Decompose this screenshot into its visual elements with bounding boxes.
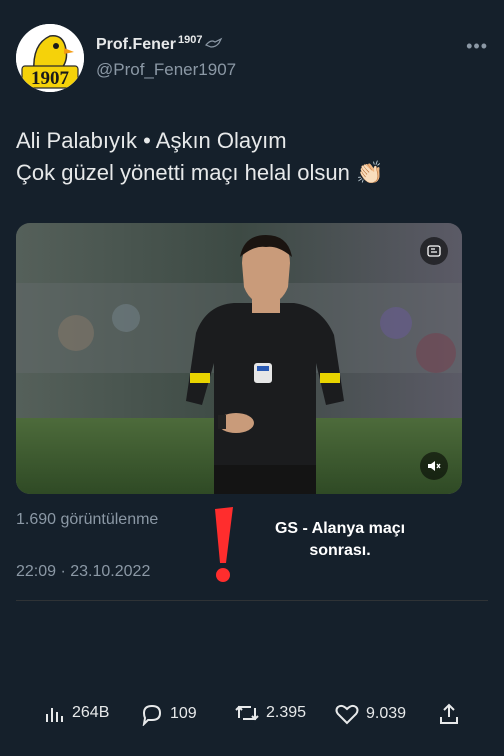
like-action[interactable]: 9.039 [334, 702, 406, 726]
share-action[interactable] [438, 702, 460, 726]
avatar[interactable]: 1907 [16, 24, 84, 92]
svg-text:1907: 1907 [31, 68, 70, 89]
reply-count: 109 [170, 705, 197, 722]
author-name[interactable]: Prof.Fener 1907 [96, 34, 223, 54]
divider [16, 600, 488, 601]
retweet-count: 2.395 [266, 704, 307, 721]
author-display-name: Prof.Fener [96, 36, 177, 53]
like-count: 9.039 [366, 705, 407, 722]
tweet-actions-bar: 264B 109 2.395 9.039 [0, 702, 504, 732]
exclamation-annotation-icon [215, 507, 233, 582]
author-name-superscript: 1907 [178, 34, 203, 46]
annotation-caption: GS - Alanya maçı sonrası. [274, 520, 406, 559]
tweet-line-2: Çok güzel yönetti maçı helal olsun 👏🏻 [16, 160, 384, 185]
tweet-line-1: Ali Palabıyık • Aşkın Olayım [16, 128, 287, 153]
mute-icon[interactable] [420, 452, 448, 480]
retweet-icon [235, 705, 259, 721]
gif-icon[interactable] [420, 237, 448, 265]
views-action[interactable]: 264B [44, 702, 109, 724]
views-count: 264B [72, 704, 110, 721]
reply-action[interactable]: 109 [140, 702, 197, 726]
author-handle[interactable]: @Prof_Fener1907 [96, 60, 236, 80]
view-count: 1.690 görüntülenme [16, 511, 159, 528]
like-icon [335, 704, 359, 725]
tweet-video[interactable] [16, 223, 462, 494]
video-frame-referee [16, 223, 462, 494]
avatar-canary-logo: 1907 [16, 24, 84, 92]
views-icon [46, 708, 63, 722]
share-icon [440, 703, 458, 724]
bird-icon [204, 37, 222, 48]
tweet-text: Ali Palabıyık • Aşkın Olayım Çok güzel y… [16, 125, 383, 189]
tweet-timestamp[interactable]: 22:09 · 23.10.2022 [16, 563, 150, 581]
retweet-action[interactable]: 2.395 [234, 702, 306, 724]
more-icon[interactable]: ••• [466, 36, 488, 57]
reply-icon [142, 704, 162, 726]
